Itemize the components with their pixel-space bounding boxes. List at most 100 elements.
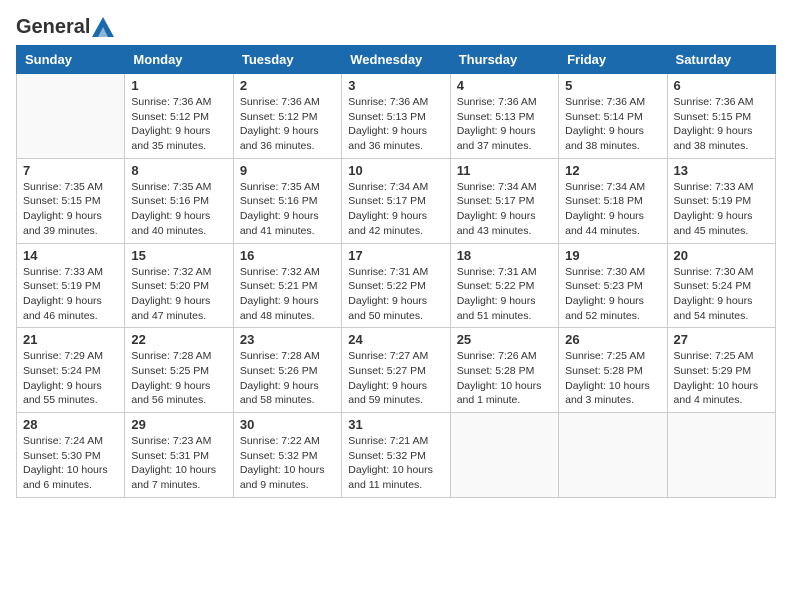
day-number: 20 — [674, 248, 769, 263]
day-info: Sunrise: 7:21 AMSunset: 5:32 PMDaylight:… — [348, 434, 443, 493]
weekday-header-monday: Monday — [125, 46, 233, 74]
day-number: 16 — [240, 248, 335, 263]
calendar-cell: 15 Sunrise: 7:32 AMSunset: 5:20 PMDayligh… — [125, 243, 233, 328]
calendar-cell: 9 Sunrise: 7:35 AMSunset: 5:16 PMDaylight… — [233, 158, 341, 243]
day-info: Sunrise: 7:25 AMSunset: 5:28 PMDaylight:… — [565, 349, 660, 408]
day-number: 15 — [131, 248, 226, 263]
day-info: Sunrise: 7:35 AMSunset: 5:16 PMDaylight:… — [240, 180, 335, 239]
weekday-header-sunday: Sunday — [17, 46, 125, 74]
day-info: Sunrise: 7:31 AMSunset: 5:22 PMDaylight:… — [457, 265, 552, 324]
calendar-cell: 31 Sunrise: 7:21 AMSunset: 5:32 PMDayligh… — [342, 413, 450, 498]
calendar-cell: 26Sunrise: 7:25 AMSunset: 5:28 PMDayligh… — [559, 328, 667, 413]
calendar-cell: 10 Sunrise: 7:34 AMSunset: 5:17 PMDayligh… — [342, 158, 450, 243]
calendar-cell: 13Sunrise: 7:33 AMSunset: 5:19 PMDayligh… — [667, 158, 775, 243]
calendar-cell: 28Sunrise: 7:24 AMSunset: 5:30 PMDayligh… — [17, 413, 125, 498]
day-info: Sunrise: 7:34 AMSunset: 5:17 PMDaylight:… — [348, 180, 443, 239]
calendar-week-5: 28Sunrise: 7:24 AMSunset: 5:30 PMDayligh… — [17, 413, 776, 498]
day-info: Sunrise: 7:29 AMSunset: 5:24 PMDaylight:… — [23, 349, 118, 408]
calendar-cell — [559, 413, 667, 498]
day-number: 14 — [23, 248, 118, 263]
day-info: Sunrise: 7:35 AMSunset: 5:16 PMDaylight:… — [131, 180, 226, 239]
calendar-cell: 23 Sunrise: 7:28 AMSunset: 5:26 PMDayligh… — [233, 328, 341, 413]
day-info: Sunrise: 7:31 AMSunset: 5:22 PMDaylight:… — [348, 265, 443, 324]
calendar-table: SundayMondayTuesdayWednesdayThursdayFrid… — [16, 45, 776, 498]
day-info: Sunrise: 7:36 AMSunset: 5:15 PMDaylight:… — [674, 95, 769, 154]
day-info: Sunrise: 7:28 AMSunset: 5:26 PMDaylight:… — [240, 349, 335, 408]
calendar-cell — [667, 413, 775, 498]
day-number: 4 — [457, 78, 552, 93]
day-number: 27 — [674, 332, 769, 347]
calendar-cell: 14Sunrise: 7:33 AMSunset: 5:19 PMDayligh… — [17, 243, 125, 328]
day-number: 3 — [348, 78, 443, 93]
calendar-week-1: 1 Sunrise: 7:36 AMSunset: 5:12 PMDaylight… — [17, 74, 776, 159]
day-number: 31 — [348, 417, 443, 432]
day-number: 24 — [348, 332, 443, 347]
day-info: Sunrise: 7:25 AMSunset: 5:29 PMDaylight:… — [674, 349, 769, 408]
logo: General — [16, 16, 114, 35]
calendar-cell: 29Sunrise: 7:23 AMSunset: 5:31 PMDayligh… — [125, 413, 233, 498]
weekday-header-tuesday: Tuesday — [233, 46, 341, 74]
day-info: Sunrise: 7:27 AMSunset: 5:27 PMDaylight:… — [348, 349, 443, 408]
calendar-cell: 18 Sunrise: 7:31 AMSunset: 5:22 PMDayligh… — [450, 243, 558, 328]
day-number: 1 — [131, 78, 226, 93]
day-info: Sunrise: 7:36 AMSunset: 5:12 PMDaylight:… — [131, 95, 226, 154]
day-number: 12 — [565, 163, 660, 178]
weekday-header-thursday: Thursday — [450, 46, 558, 74]
day-info: Sunrise: 7:33 AMSunset: 5:19 PMDaylight:… — [674, 180, 769, 239]
day-info: Sunrise: 7:30 AMSunset: 5:23 PMDaylight:… — [565, 265, 660, 324]
calendar-cell: 12Sunrise: 7:34 AMSunset: 5:18 PMDayligh… — [559, 158, 667, 243]
calendar-cell — [450, 413, 558, 498]
day-info: Sunrise: 7:36 AMSunset: 5:14 PMDaylight:… — [565, 95, 660, 154]
day-info: Sunrise: 7:32 AMSunset: 5:21 PMDaylight:… — [240, 265, 335, 324]
day-number: 6 — [674, 78, 769, 93]
day-number: 11 — [457, 163, 552, 178]
day-number: 21 — [23, 332, 118, 347]
day-info: Sunrise: 7:36 AMSunset: 5:13 PMDaylight:… — [457, 95, 552, 154]
day-info: Sunrise: 7:30 AMSunset: 5:24 PMDaylight:… — [674, 265, 769, 324]
calendar-cell: 20 Sunrise: 7:30 AMSunset: 5:24 PMDayligh… — [667, 243, 775, 328]
calendar-cell: 30 Sunrise: 7:22 AMSunset: 5:32 PMDayligh… — [233, 413, 341, 498]
day-number: 17 — [348, 248, 443, 263]
calendar-week-3: 14Sunrise: 7:33 AMSunset: 5:19 PMDayligh… — [17, 243, 776, 328]
weekday-header-saturday: Saturday — [667, 46, 775, 74]
calendar-cell: 6 Sunrise: 7:36 AMSunset: 5:15 PMDaylight… — [667, 74, 775, 159]
day-info: Sunrise: 7:32 AMSunset: 5:20 PMDaylight:… — [131, 265, 226, 324]
day-number: 7 — [23, 163, 118, 178]
calendar-cell: 16 Sunrise: 7:32 AMSunset: 5:21 PMDayligh… — [233, 243, 341, 328]
calendar-header: SundayMondayTuesdayWednesdayThursdayFrid… — [17, 46, 776, 74]
day-info: Sunrise: 7:23 AMSunset: 5:31 PMDaylight:… — [131, 434, 226, 493]
day-number: 28 — [23, 417, 118, 432]
calendar-cell — [17, 74, 125, 159]
day-info: Sunrise: 7:36 AMSunset: 5:13 PMDaylight:… — [348, 95, 443, 154]
calendar-cell: 19 Sunrise: 7:30 AMSunset: 5:23 PMDayligh… — [559, 243, 667, 328]
day-info: Sunrise: 7:22 AMSunset: 5:32 PMDaylight:… — [240, 434, 335, 493]
calendar-cell: 11Sunrise: 7:34 AMSunset: 5:17 PMDayligh… — [450, 158, 558, 243]
day-info: Sunrise: 7:26 AMSunset: 5:28 PMDaylight:… — [457, 349, 552, 408]
day-number: 25 — [457, 332, 552, 347]
weekday-header-friday: Friday — [559, 46, 667, 74]
calendar-cell: 17 Sunrise: 7:31 AMSunset: 5:22 PMDayligh… — [342, 243, 450, 328]
day-info: Sunrise: 7:36 AMSunset: 5:12 PMDaylight:… — [240, 95, 335, 154]
logo-text-general: General — [16, 16, 90, 39]
calendar-cell: 1 Sunrise: 7:36 AMSunset: 5:12 PMDaylight… — [125, 74, 233, 159]
day-number: 18 — [457, 248, 552, 263]
day-number: 9 — [240, 163, 335, 178]
day-number: 30 — [240, 417, 335, 432]
day-number: 5 — [565, 78, 660, 93]
calendar-cell: 2Sunrise: 7:36 AMSunset: 5:12 PMDaylight… — [233, 74, 341, 159]
calendar-cell: 22Sunrise: 7:28 AMSunset: 5:25 PMDayligh… — [125, 328, 233, 413]
day-number: 19 — [565, 248, 660, 263]
day-number: 8 — [131, 163, 226, 178]
calendar-cell: 8 Sunrise: 7:35 AMSunset: 5:16 PMDaylight… — [125, 158, 233, 243]
day-info: Sunrise: 7:35 AMSunset: 5:15 PMDaylight:… — [23, 180, 118, 239]
calendar-cell: 27 Sunrise: 7:25 AMSunset: 5:29 PMDayligh… — [667, 328, 775, 413]
calendar-cell: 5 Sunrise: 7:36 AMSunset: 5:14 PMDaylight… — [559, 74, 667, 159]
calendar-cell: 21 Sunrise: 7:29 AMSunset: 5:24 PMDayligh… — [17, 328, 125, 413]
calendar-week-2: 7 Sunrise: 7:35 AMSunset: 5:15 PMDaylight… — [17, 158, 776, 243]
page-header: General — [16, 16, 776, 35]
day-number: 10 — [348, 163, 443, 178]
day-number: 23 — [240, 332, 335, 347]
calendar-cell: 24 Sunrise: 7:27 AMSunset: 5:27 PMDayligh… — [342, 328, 450, 413]
calendar-cell: 7 Sunrise: 7:35 AMSunset: 5:15 PMDaylight… — [17, 158, 125, 243]
day-info: Sunrise: 7:28 AMSunset: 5:25 PMDaylight:… — [131, 349, 226, 408]
